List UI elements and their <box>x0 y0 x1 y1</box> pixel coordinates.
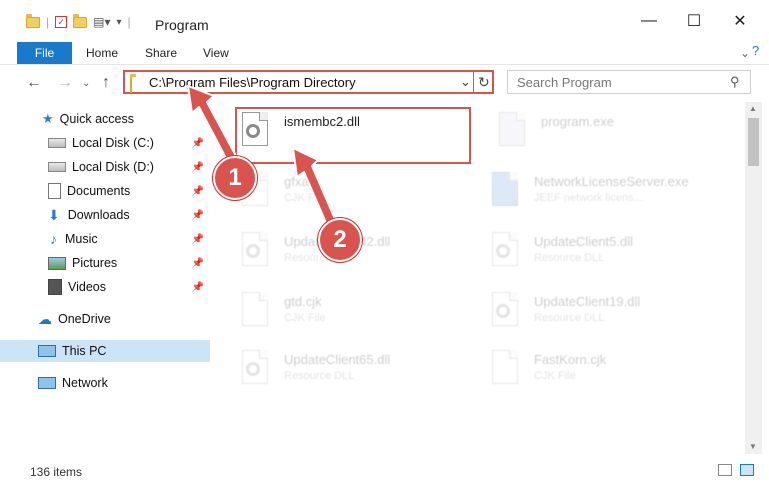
step-1-badge: 1 <box>213 156 257 200</box>
arrow-1 <box>187 85 237 163</box>
step-2-badge: 2 <box>318 218 362 262</box>
item-count: 136 items <box>30 465 83 479</box>
details-view-icon[interactable] <box>718 464 732 476</box>
status-bar <box>0 458 769 496</box>
annotation-arrows <box>187 85 339 233</box>
large-icons-view-icon[interactable] <box>740 464 754 476</box>
